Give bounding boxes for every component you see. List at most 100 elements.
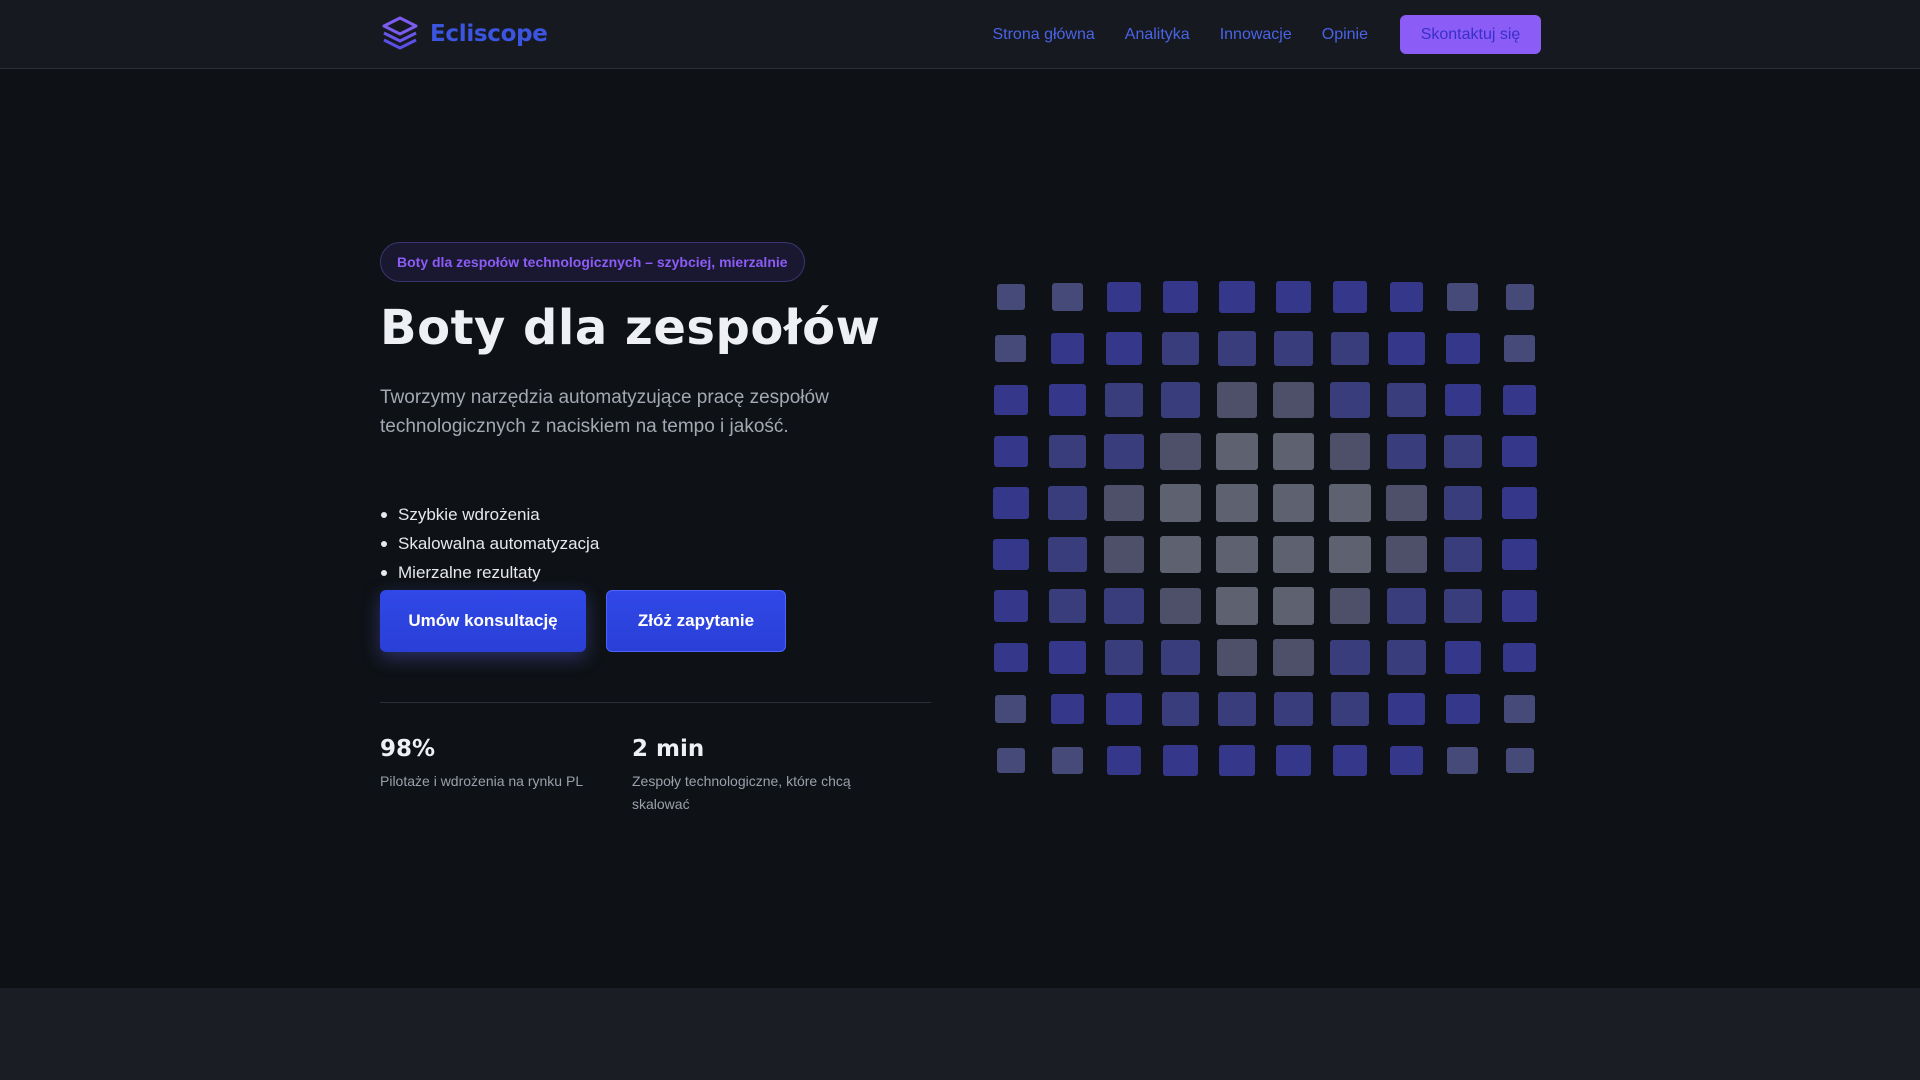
grid-tile (1048, 537, 1087, 572)
grid-tile (1329, 433, 1371, 470)
grid-tile (1387, 382, 1426, 418)
grid-tile (1273, 639, 1314, 676)
grid-tile (1219, 744, 1255, 777)
decorative-tile-grid (990, 276, 1540, 781)
grid-tile (1050, 333, 1085, 364)
grid-tile (1103, 484, 1145, 522)
grid-tile (1051, 283, 1083, 311)
stat-label: Pilotaże i wdrożenia na rynku PL (380, 773, 584, 789)
grid-tile (1104, 433, 1144, 470)
submit-inquiry-button[interactable]: Złóż zapytanie (606, 590, 786, 652)
grid-tile (1217, 331, 1257, 366)
nav-link-home[interactable]: Strona główna (992, 26, 1094, 44)
grid-tile (1163, 744, 1198, 777)
feature-item: Mierzalne rezultaty (380, 558, 599, 587)
grid-tile (1386, 433, 1427, 470)
grid-tile (1330, 382, 1370, 418)
grid-tile (993, 487, 1029, 519)
grid-tile (1216, 639, 1258, 676)
grid-tile (1502, 590, 1537, 622)
nav-link-analytics[interactable]: Analityka (1125, 26, 1190, 44)
feature-item: Szybkie wdrożenia (380, 500, 599, 529)
stat-value: 2 min (632, 736, 705, 762)
grid-tile (994, 385, 1028, 415)
grid-tile (1051, 746, 1083, 775)
grid-tile (1159, 484, 1202, 522)
nav-link-innovations[interactable]: Innowacje (1220, 26, 1292, 44)
grid-tile (1217, 691, 1257, 727)
grid-tile (1104, 588, 1144, 624)
grid-tile (1443, 537, 1483, 572)
grid-tile (1050, 693, 1085, 725)
grid-tile (1216, 432, 1258, 471)
grid-tile (997, 284, 1025, 310)
grid-tile (1329, 587, 1371, 625)
grid-tile (1388, 332, 1425, 365)
grid-tile (1107, 745, 1141, 776)
grid-tile (993, 590, 1029, 622)
grid-tile (1501, 487, 1538, 519)
nav-link-reviews[interactable]: Opinie (1322, 26, 1368, 44)
grid-tile (1443, 485, 1483, 521)
grid-tile (1501, 538, 1538, 571)
grid-tile (1332, 281, 1368, 313)
grid-tile (1104, 640, 1144, 675)
grid-tile (1387, 640, 1426, 675)
grid-tile (993, 435, 1029, 468)
stat-item: 98% Pilotaże i wdrożenia na rynku PL (380, 736, 585, 793)
grid-tile (1275, 281, 1312, 313)
grid-tile (1502, 642, 1537, 673)
brand-name: Ecliscope (430, 21, 548, 47)
contact-button[interactable]: Skontaktuj się (1400, 15, 1541, 54)
grid-tile (1505, 747, 1534, 774)
grid-tile (1272, 587, 1315, 625)
next-section-band (0, 988, 1920, 1080)
grid-tile (1389, 745, 1424, 776)
grid-tile (1386, 536, 1427, 573)
grid-tile (1048, 589, 1087, 623)
grid-tile (1503, 334, 1535, 363)
grid-tile (1048, 434, 1087, 469)
grid-tile (1103, 536, 1145, 573)
grid-tile (1386, 588, 1427, 624)
grid-tile (1049, 383, 1086, 417)
grid-tile (1446, 333, 1480, 364)
grid-tile (1502, 435, 1537, 468)
grid-tile (1444, 641, 1482, 674)
grid-tile (1219, 281, 1255, 313)
feature-item: Skalowalna automatyzacja (380, 529, 599, 558)
book-consultation-button[interactable]: Umów konsultację (380, 590, 586, 652)
grid-tile (1274, 691, 1313, 727)
grid-tile (993, 538, 1029, 571)
grid-tile (1505, 284, 1534, 310)
main-nav: Strona główna Analityka Innowacje Opinie… (992, 15, 1541, 54)
grid-tile (1104, 382, 1144, 418)
layers-icon (382, 16, 418, 50)
feature-list: Szybkie wdrożenia Skalowalna automatyzac… (380, 500, 599, 587)
grid-tile (1447, 283, 1479, 311)
grid-tile (994, 642, 1028, 673)
hero-badge: Boty dla zespołów technologicznych – szy… (380, 242, 805, 282)
grid-tile (1444, 383, 1482, 417)
grid-tile (1105, 332, 1143, 365)
grid-tile (1272, 484, 1315, 522)
grid-tile (1444, 434, 1482, 469)
grid-tile (1161, 692, 1200, 726)
grid-tile (1332, 744, 1368, 777)
grid-tile (1330, 639, 1370, 676)
stat-label: Zespoły technologiczne, które chcą skalo… (632, 773, 851, 812)
logo[interactable]: Ecliscope (380, 15, 548, 53)
grid-tile (1105, 692, 1143, 726)
grid-tile (1163, 281, 1198, 313)
grid-tile (1446, 693, 1480, 725)
grid-tile (1329, 535, 1371, 574)
grid-tile (1049, 641, 1086, 674)
grid-tile (995, 334, 1027, 363)
grid-tile (1386, 484, 1427, 522)
grid-tile (1331, 692, 1369, 726)
grid-tile (1275, 744, 1312, 777)
grid-tile (1274, 331, 1313, 366)
stats-divider (380, 702, 931, 703)
grid-tile (1272, 432, 1315, 471)
grid-tile (1160, 433, 1201, 470)
